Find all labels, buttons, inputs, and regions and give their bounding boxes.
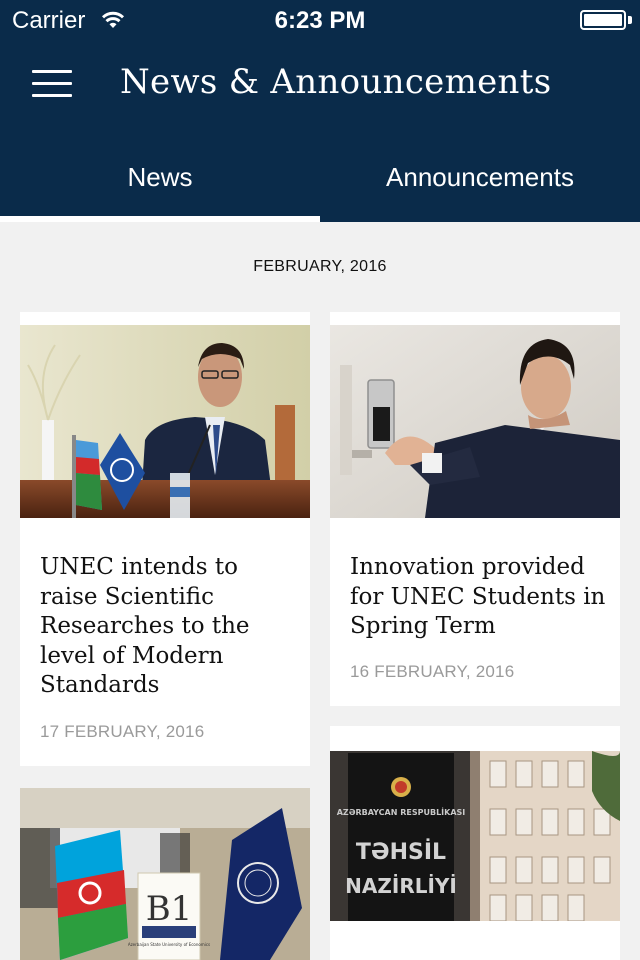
battery-icon — [580, 10, 626, 30]
ministry-sign-line1: AZƏRBAYCAN RESPUBLİKASI — [337, 807, 466, 817]
tab-announcements[interactable]: Announcements — [320, 140, 640, 222]
b1-sign-text: B1 — [146, 889, 193, 929]
tab-selected-indicator — [0, 216, 320, 222]
section-month-header: FEBRUARY, 2016 — [253, 258, 387, 275]
news-card-1-title: UNEC intends to raise Scientific Researc… — [40, 554, 250, 698]
news-card-1-image — [20, 325, 310, 518]
news-card-1-date: 17 FEBRUARY, 2016 — [40, 722, 205, 741]
news-card-3[interactable]: B1 Azerbaijan State University of Econom… — [20, 788, 310, 960]
page-title: News & Announcements — [120, 62, 552, 102]
battery-tip — [628, 16, 632, 24]
news-card-4[interactable]: AZƏRBAYCAN RESPUBLİKASI TƏHSİL NAZİRLİYİ — [330, 726, 620, 960]
status-bar: Carrier 6:23 PM — [0, 0, 640, 40]
news-card-2[interactable]: Innovation provided for UNEC Students in… — [330, 312, 620, 706]
news-card-4-image: AZƏRBAYCAN RESPUBLİKASI TƏHSİL NAZİRLİYİ — [330, 751, 620, 921]
b1-caption-text: Azerbaijan State University of Economics — [128, 942, 210, 947]
status-time: 6:23 PM — [274, 7, 366, 34]
ministry-sign-line2: TƏHSİL — [356, 839, 446, 865]
hamburger-menu-button[interactable] — [28, 66, 76, 102]
ministry-sign-line3: NAZİRLİYİ — [345, 874, 457, 898]
news-card-2-title: Innovation provided for UNEC Students in… — [350, 554, 606, 639]
nav-header: Carrier 6:23 PM News & Announcements New… — [0, 0, 640, 222]
news-card-2-date: 16 FEBRUARY, 2016 — [350, 662, 515, 681]
news-card-2-image — [330, 325, 620, 518]
news-card-1[interactable]: UNEC intends to raise Scientific Researc… — [20, 312, 310, 766]
tab-news[interactable]: News — [0, 140, 320, 222]
news-card-3-image: B1 Azerbaijan State University of Econom… — [20, 788, 310, 960]
